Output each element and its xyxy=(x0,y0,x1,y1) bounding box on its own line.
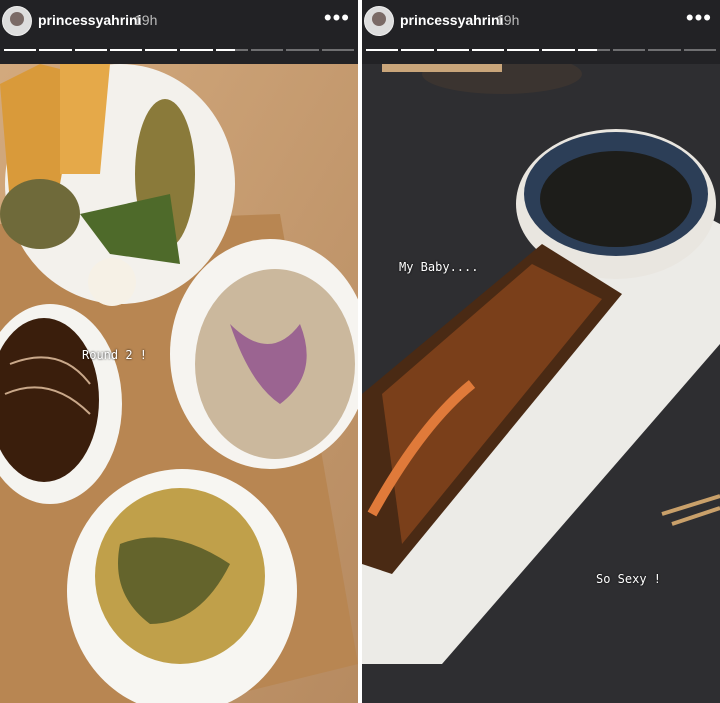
progress-segment xyxy=(39,49,72,51)
food-photo-bone-marrow xyxy=(362,64,720,703)
progress-segment xyxy=(321,49,354,51)
progress-segment xyxy=(251,49,284,51)
progress-segment xyxy=(180,49,213,51)
progress-segment xyxy=(648,49,681,51)
progress-segment xyxy=(613,49,646,51)
progress-segment xyxy=(74,49,107,51)
username[interactable]: princessyahrini xyxy=(400,12,504,28)
progress-segment xyxy=(215,49,249,51)
avatar[interactable] xyxy=(364,6,394,36)
timestamp: 19h xyxy=(496,12,520,28)
progress-segment xyxy=(109,49,143,51)
progress-segment xyxy=(542,49,575,51)
progress-segment xyxy=(577,49,611,51)
progress-segment xyxy=(145,49,178,51)
story-caption: My Baby.... xyxy=(399,260,479,274)
avatar[interactable] xyxy=(2,6,32,36)
food-photo-tempura-set xyxy=(0,64,358,703)
progress-segment xyxy=(286,49,319,51)
progress-segment xyxy=(401,49,434,51)
story-caption: So Sexy ! xyxy=(596,572,662,586)
story-header: princessyahrini 19h ••• xyxy=(0,0,358,64)
progress-segment xyxy=(4,49,37,51)
story-caption: Round 2 ! xyxy=(82,348,148,362)
progress-segment xyxy=(436,49,469,51)
progress-segment xyxy=(471,49,505,51)
story-progress-bar xyxy=(4,49,354,51)
timestamp: 19h xyxy=(134,12,158,28)
more-horizontal-icon[interactable]: ••• xyxy=(686,5,712,31)
story-header: princessyahrini 19h ••• xyxy=(362,0,720,64)
story-progress-bar xyxy=(366,49,716,51)
progress-segment xyxy=(683,49,716,51)
story-panel-right[interactable]: princessyahrini 19h ••• My Baby.... So S… xyxy=(362,0,720,703)
more-horizontal-icon[interactable]: ••• xyxy=(324,5,350,31)
progress-segment xyxy=(366,49,399,51)
story-panel-left[interactable]: princessyahrini 19h ••• Round 2 ! xyxy=(0,0,358,703)
progress-segment xyxy=(507,49,540,51)
username[interactable]: princessyahrini xyxy=(38,12,142,28)
